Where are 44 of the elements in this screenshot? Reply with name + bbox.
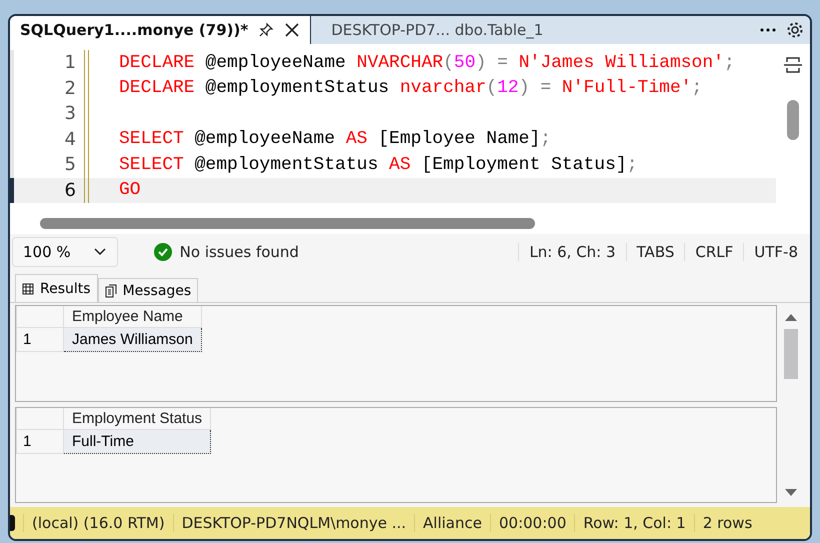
status-bar-item: 2 rows — [694, 514, 760, 532]
editor-status-item[interactable]: CRLF — [684, 243, 744, 261]
line-number: 5 — [64, 154, 76, 176]
code-line: DECLARE @employmentStatus nvarchar(12) = N'Full-Time'; — [119, 78, 702, 98]
code-line: GO — [119, 180, 141, 200]
editor-status-item[interactable]: Ln: 6, Ch: 3 — [518, 243, 626, 261]
results-tab[interactable]: Results — [15, 274, 98, 302]
scrollbar-thumb[interactable] — [784, 329, 798, 379]
status-bar-item: 00:00:00 — [490, 514, 574, 532]
check-circle-icon — [154, 243, 172, 261]
status-bar-item: Row: 1, Col: 1 — [574, 514, 694, 532]
scroll-up-icon[interactable] — [785, 313, 797, 321]
scroll-down-icon[interactable] — [785, 489, 797, 497]
line-number: 1 — [64, 52, 76, 74]
connection-indicator-icon — [10, 515, 15, 531]
document-tab[interactable]: SQLQuery1....monye (79))* — [10, 16, 312, 44]
code-line: DECLARE @employeeName NVARCHAR(50) = N'James Williamson'; — [119, 52, 735, 73]
column-header: Employment Status — [64, 408, 211, 429]
scrollbar-thumb[interactable] — [40, 218, 535, 229]
close-icon[interactable] — [284, 22, 300, 38]
line-number: 6 — [64, 180, 76, 201]
pin-icon[interactable] — [258, 22, 274, 38]
grid-icon — [22, 282, 34, 294]
table-cell[interactable]: Full-Time — [64, 429, 211, 453]
issues-status: No issues found — [180, 243, 299, 261]
table-cell[interactable]: James Williamson — [64, 328, 202, 352]
scrollbar-thumb[interactable] — [787, 100, 799, 140]
settings-icon[interactable] — [786, 21, 804, 39]
editor-status-item[interactable]: UTF-8 — [743, 243, 808, 261]
status-bar-item: Alliance — [414, 514, 490, 532]
code-line: SELECT @employeeName AS [Employee Name]; — [119, 129, 552, 150]
results-tab[interactable]: Messages — [98, 278, 198, 302]
chevron-down-icon — [92, 248, 107, 256]
status-bar-item: DESKTOP-PD7NQLM\monye ... — [172, 514, 414, 532]
document-icon — [104, 284, 117, 298]
line-number: 3 — [64, 103, 76, 124]
document-tab[interactable]: DESKTOP-PD7... dbo.Table_1 — [321, 16, 554, 44]
zoom-dropdown[interactable]: 100 % — [12, 237, 118, 267]
more-icon[interactable] — [760, 27, 776, 33]
line-number: 4 — [64, 128, 76, 150]
line-number: 2 — [64, 78, 76, 99]
status-bar-item: (local) (16.0 RTM) — [23, 514, 173, 532]
code-line: SELECT @employmentStatus AS [Employment Status]; — [119, 154, 638, 175]
editor-status-item[interactable]: TABS — [626, 243, 684, 261]
